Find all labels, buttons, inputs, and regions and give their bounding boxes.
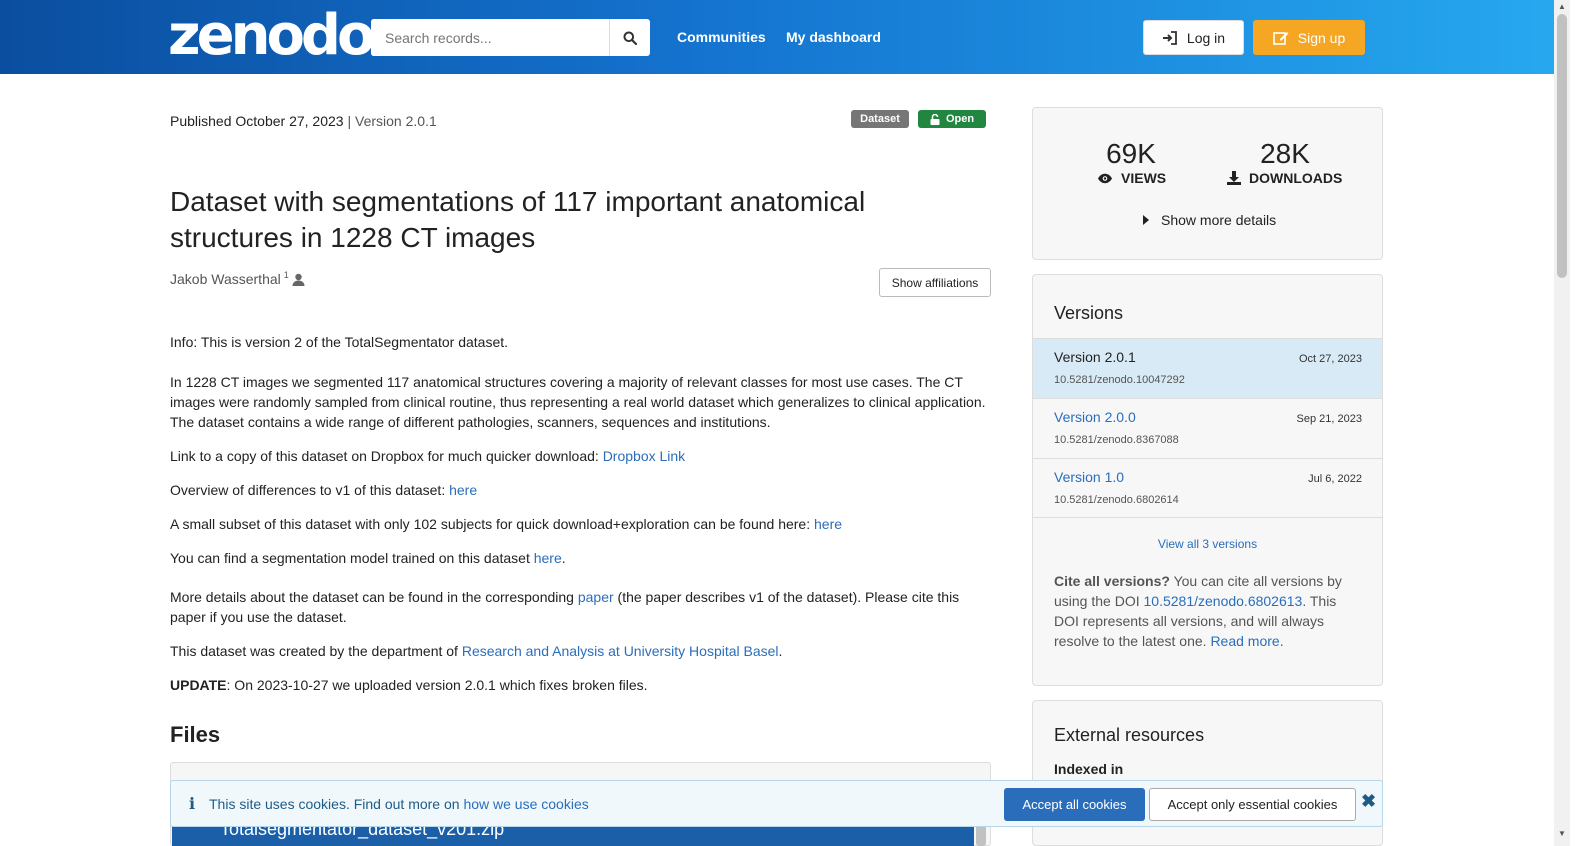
versions-title: Versions	[1054, 303, 1124, 323]
nav-my-dashboard[interactable]: My dashboard	[786, 29, 881, 45]
downloads-label: DOWNLOADS	[1227, 170, 1342, 186]
version-name: Version 2.0.1	[1054, 349, 1136, 365]
published-date: Published October 27, 2023	[170, 113, 344, 129]
edit-icon	[1272, 32, 1289, 45]
close-icon[interactable]: ✖	[1361, 791, 1376, 812]
login-label: Log in	[1186, 29, 1226, 46]
views-count: 69K	[1106, 138, 1156, 169]
desc-info: Info: This is version 2 of the TotalSegm…	[170, 334, 509, 350]
version-name[interactable]: Version 2.0.0	[1054, 409, 1136, 425]
download-icon	[1227, 171, 1241, 185]
record-version: Version 2.0.1	[355, 113, 437, 129]
desc-department: This dataset was created by the departme…	[170, 643, 783, 659]
paper-link[interactable]: paper	[578, 589, 614, 605]
access-badge: Open	[918, 110, 986, 128]
cite-all-versions: Cite all versions? You can cite all vers…	[1054, 573, 1342, 649]
version-name[interactable]: Version 1.0	[1054, 469, 1124, 485]
version-item[interactable]: Version 2.0.0 10.5281/zenodo.8367088 Sep…	[1033, 398, 1382, 458]
desc-differences: Overview of differences to v1 of this da…	[170, 482, 478, 498]
version-doi: 10.5281/zenodo.10047292	[1054, 374, 1185, 386]
concept-doi-link[interactable]: 10.5281/zenodo.6802613	[1144, 593, 1303, 609]
dropbox-link[interactable]: Dropbox Link	[603, 448, 686, 464]
creator-name[interactable]: Jakob Wasserthal	[170, 271, 281, 287]
eye-icon	[1098, 173, 1112, 183]
search-icon	[623, 31, 637, 45]
unlock-icon	[930, 113, 940, 125]
top-header: zenodo Communities My dashboard Log in S…	[0, 0, 1554, 74]
separator: |	[347, 113, 352, 129]
sign-in-icon	[1162, 30, 1177, 45]
version-date: Jul 6, 2022	[1308, 473, 1362, 485]
access-badge-label: Open	[945, 113, 975, 125]
version-date: Oct 27, 2023	[1299, 353, 1362, 365]
stats-panel: 69K VIEWS 28K DOWNLOADS Show more detail…	[1032, 107, 1383, 260]
department-link[interactable]: Research and Analysis at University Hosp…	[462, 643, 779, 659]
model-link[interactable]: here	[534, 550, 562, 566]
affiliation-number: 1	[283, 270, 289, 280]
scroll-down-arrow-icon[interactable]: ▼	[1556, 829, 1568, 839]
view-all-versions-link[interactable]: View all 3 versions	[1033, 537, 1382, 551]
accept-all-cookies-button[interactable]: Accept all cookies	[1004, 788, 1145, 821]
scrollbar-thumb[interactable]	[1557, 14, 1567, 278]
version-item[interactable]: Version 1.0 10.5281/zenodo.6802614 Jul 6…	[1033, 458, 1382, 518]
info-icon: i	[189, 794, 196, 813]
read-more-link[interactable]: Read more	[1210, 633, 1279, 649]
nav-communities[interactable]: Communities	[677, 29, 766, 45]
desc-model: You can find a segmentation model traine…	[170, 550, 566, 566]
desc-dropbox: Link to a copy of this dataset on Dropbo…	[170, 448, 686, 464]
subset-link[interactable]: here	[814, 516, 842, 532]
login-button[interactable]: Log in	[1143, 20, 1244, 55]
accept-essential-cookies-button[interactable]: Accept only essential cookies	[1149, 788, 1356, 821]
signup-label: Sign up	[1297, 29, 1346, 46]
search-input[interactable]	[371, 19, 609, 56]
signup-button[interactable]: Sign up	[1253, 20, 1365, 55]
version-doi: 10.5281/zenodo.8367088	[1054, 434, 1179, 446]
cookie-policy-link[interactable]: how we use cookies	[463, 796, 588, 812]
desc-paper: More details about the dataset can be fo…	[170, 589, 960, 625]
versions-panel: Versions Version 2.0.1 10.5281/zenodo.10…	[1032, 274, 1383, 686]
desc-subset: A small subset of this dataset with only…	[170, 516, 843, 532]
views-label: VIEWS	[1097, 170, 1166, 186]
downloads-count: 28K	[1260, 138, 1310, 169]
cookie-banner: i This site uses cookies. Find out more …	[170, 780, 1383, 827]
version-date: Sep 21, 2023	[1296, 413, 1362, 425]
creator[interactable]: Jakob Wasserthal 1	[170, 270, 305, 287]
publication-line: Published October 27, 2023 | Version 2.0…	[170, 113, 437, 129]
search-button[interactable]	[609, 19, 650, 56]
files-heading: Files	[170, 722, 221, 747]
cookie-message: This site uses cookies. Find out more on…	[209, 796, 589, 812]
desc-overview: In 1228 CT images we segmented 117 anato…	[170, 374, 986, 430]
show-affiliations-button[interactable]: Show affiliations	[879, 268, 991, 297]
version-item[interactable]: Version 2.0.1 10.5281/zenodo.10047292 Oc…	[1033, 338, 1382, 398]
user-icon	[292, 273, 305, 286]
desc-update: UPDATE: On 2023-10-27 we uploaded versio…	[170, 677, 648, 693]
differences-link[interactable]: here	[449, 482, 477, 498]
external-resources-title: External resources	[1054, 725, 1205, 745]
indexed-in-label: Indexed in	[1054, 761, 1124, 777]
zenodo-logo[interactable]: zenodo	[168, 6, 375, 66]
search-bar	[371, 19, 650, 56]
caret-right-icon	[1143, 215, 1149, 225]
version-doi: 10.5281/zenodo.6802614	[1054, 494, 1179, 506]
scroll-up-arrow-icon[interactable]: ▲	[1556, 2, 1568, 12]
resource-type-badge: Dataset	[851, 110, 909, 128]
record-title: Dataset with segmentations of 117 import…	[170, 186, 866, 253]
show-more-details[interactable]: Show more details	[1143, 212, 1276, 228]
